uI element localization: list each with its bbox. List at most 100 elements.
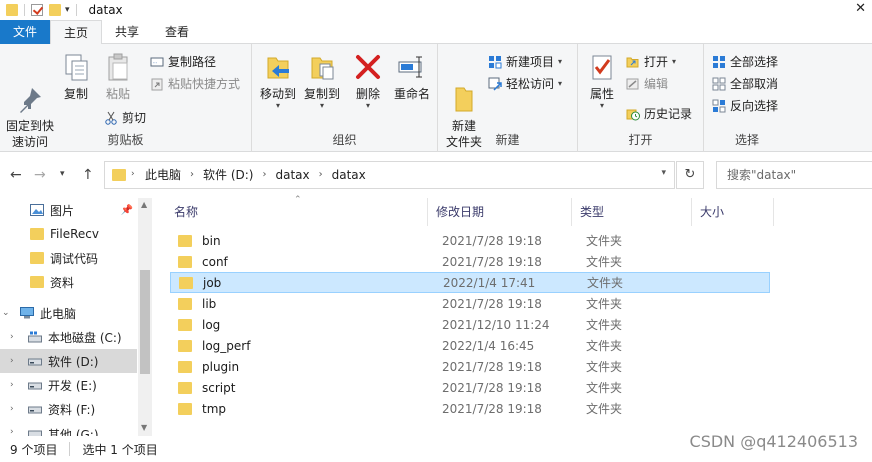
nav-item-debug-code[interactable]: 调试代码 [0,246,137,270]
move-to-button[interactable]: 移动到 ▾ [256,52,300,110]
chevron-right-icon[interactable]: › [131,169,135,179]
file-row-bin[interactable]: bin 2021/7/28 19:18 文件夹 [170,230,770,251]
file-date: 2022/1/4 17:41 [443,275,536,290]
easy-access-icon [488,77,502,91]
paste-button[interactable]: 粘贴 [98,52,138,102]
edit-button[interactable]: 编辑 [626,74,668,94]
file-list-header: 名称 修改日期 类型 大小 [166,198,776,226]
column-header-name[interactable]: 名称 [166,198,428,226]
title-bar: ▾ datax ✕ [0,0,872,20]
history-button[interactable]: 历史记录 [626,104,692,124]
file-date: 2021/7/28 19:18 [442,233,542,248]
nav-item-drive-d[interactable]: › 软件 (D:) [0,349,137,373]
properties-button[interactable]: 属性 ▾ [584,52,620,110]
column-header-date-modified[interactable]: 修改日期 [428,198,572,226]
chevron-right-icon[interactable]: › [10,404,20,414]
chevron-right-icon[interactable]: › [319,162,323,188]
copy-to-label: 复制到 [303,87,340,101]
copy-to-button[interactable]: 复制到 ▾ [300,52,344,110]
tab-share[interactable]: 共享 [102,20,152,44]
copy-path-button[interactable]: ··· 复制路径 [150,52,216,72]
file-row-script[interactable]: script 2021/7/28 19:18 文件夹 [170,377,770,398]
watermark: CSDN @q412406513 [689,432,858,451]
pin-icon[interactable]: 📌 [121,205,133,216]
scroll-down-icon[interactable]: ▼ [141,423,147,432]
nav-item-materials[interactable]: 资料 [0,270,137,294]
navigation-pane-scrollbar[interactable]: ▲ ▼ [138,198,152,436]
quick-access-dropdown-icon[interactable]: ▾ [65,5,70,15]
chevron-right-icon[interactable]: › [10,427,20,436]
chevron-down-icon: ▾ [558,79,563,88]
chevron-down-icon: ▾ [275,101,280,110]
easy-access-button[interactable]: 轻松访问 ▾ [488,74,562,94]
search-input[interactable] [717,162,872,188]
breadcrumb-item-drive-d[interactable]: 软件 (D:) [203,162,253,188]
address-bar[interactable]: › 此电脑 › 软件 (D:) › datax › datax ▾ [104,161,675,189]
new-folder-quick-icon[interactable] [49,4,61,16]
tab-home[interactable]: 主页 [50,20,103,45]
file-name: log_perf [202,338,251,353]
paste-shortcut-button[interactable]: 粘贴快捷方式 [150,74,240,94]
nav-item-drive-e[interactable]: › 开发 (E:) [0,373,137,397]
close-button[interactable]: ✕ [855,1,866,16]
tab-view[interactable]: 查看 [152,20,202,44]
file-row-tmp[interactable]: tmp 2021/7/28 19:18 文件夹 [170,398,770,419]
properties-check-icon[interactable] [31,4,43,16]
new-item-button[interactable]: 新建项目 ▾ [488,52,562,72]
scrollbar-thumb[interactable] [140,270,150,374]
open-button[interactable]: 打开 ▾ [626,52,676,72]
nav-item-filerecv[interactable]: FileRecv [0,222,137,246]
drive-icon [28,427,42,436]
folder-icon [112,169,126,181]
select-none-button[interactable]: 全部取消 [712,74,778,94]
cut-button[interactable]: 剪切 [104,108,146,128]
breadcrumb-item-datax[interactable]: datax [275,162,309,188]
chevron-right-icon[interactable]: › [262,162,266,188]
drive-icon [28,379,42,391]
nav-item-drive-c[interactable]: › 本地磁盘 (C:) [0,325,137,349]
file-row-job[interactable]: job 2022/1/4 17:41 文件夹 [170,272,770,293]
pin-icon [15,68,45,113]
search-box[interactable] [716,161,872,189]
chevron-right-icon[interactable]: › [10,380,20,390]
invert-selection-button[interactable]: 反向选择 [712,96,778,116]
nav-item-pictures[interactable]: 图片 📌 [0,198,137,222]
up-arrow-icon[interactable]: ↑ [82,167,94,183]
column-header-type[interactable]: 类型 [572,198,692,226]
recent-locations-chevron-icon[interactable]: ▾ [60,169,65,179]
select-all-label: 全部选择 [730,55,779,69]
file-type: 文件夹 [586,234,623,248]
file-row-log-perf[interactable]: log_perf 2022/1/4 16:45 文件夹 [170,335,770,356]
nav-item-drive-f[interactable]: › 资料 (F:) [0,397,137,421]
scissors-icon [104,111,118,125]
delete-button[interactable]: 删除 ▾ [350,52,386,110]
file-row-lib[interactable]: lib 2021/7/28 19:18 文件夹 [170,293,770,314]
file-type: 文件夹 [586,255,623,269]
select-none-label: 全部取消 [730,77,779,91]
back-arrow-icon[interactable]: ← [10,167,22,183]
column-header-size[interactable]: 大小 [692,198,774,226]
rename-button[interactable]: 重命名 [390,52,434,102]
tab-file[interactable]: 文件 [0,20,50,44]
folder-icon [178,255,192,268]
copy-button[interactable]: 复制 [58,52,94,102]
ribbon-tabs: 文件 主页 共享 查看 [0,20,872,45]
scroll-up-icon[interactable]: ▲ [141,200,147,209]
file-row-plugin[interactable]: plugin 2021/7/28 19:18 文件夹 [170,356,770,377]
file-date: 2022/1/4 16:45 [442,338,535,353]
chevron-right-icon[interactable]: › [10,356,20,366]
nav-item-drive-g[interactable]: › 其他 (G:) [0,421,137,436]
forward-arrow-icon[interactable]: → [34,167,46,183]
organize-group-label: 组织 [332,133,357,147]
file-row-log[interactable]: log 2021/12/10 11:24 文件夹 [170,314,770,335]
refresh-button[interactable]: ↻ [676,161,704,189]
select-all-button[interactable]: 全部选择 [712,52,778,72]
breadcrumb-item-this-pc[interactable]: 此电脑 [145,162,181,188]
file-row-conf[interactable]: conf 2021/7/28 19:18 文件夹 [170,251,770,272]
chevron-right-icon[interactable]: › [190,162,194,188]
breadcrumb-item-datax-current[interactable]: datax [332,162,366,188]
address-dropdown-icon[interactable]: ▾ [661,168,666,178]
nav-item-this-pc[interactable]: ⌄ 此电脑 [0,301,137,325]
chevron-right-icon[interactable]: › [10,332,20,342]
chevron-down-icon[interactable]: ⌄ [2,308,12,318]
